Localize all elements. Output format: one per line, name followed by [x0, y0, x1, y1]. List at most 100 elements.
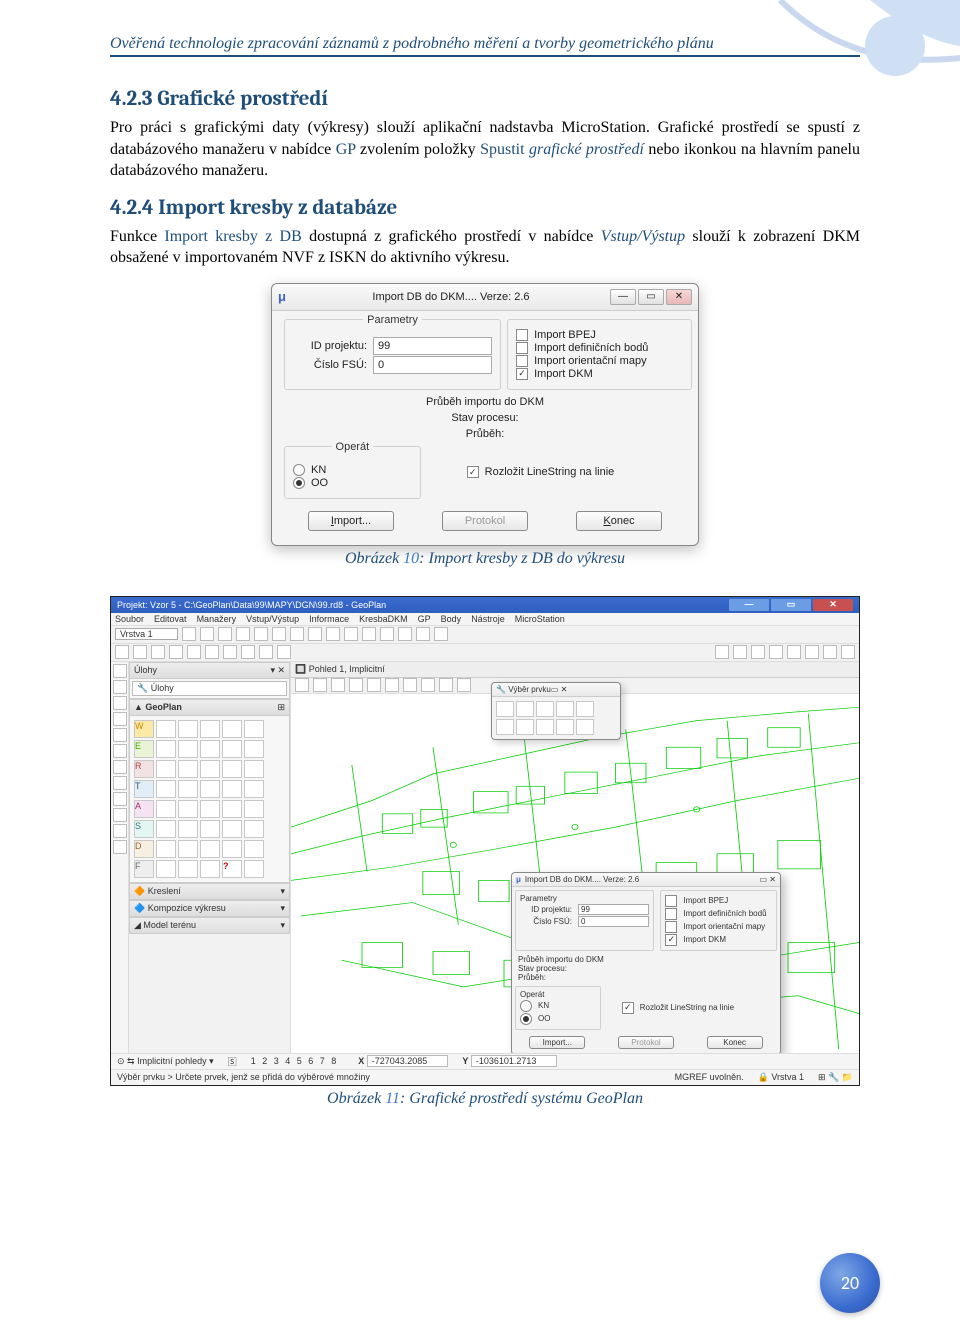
close-button[interactable]: ✕: [813, 599, 853, 611]
toolbar-icon[interactable]: [326, 627, 340, 641]
ms-menubar[interactable]: Soubor Editovat Manažery Vstup/Výstup In…: [111, 613, 859, 626]
view-tool[interactable]: [313, 678, 327, 692]
expand-icon[interactable]: ▾: [280, 920, 285, 931]
select-tool[interactable]: [576, 719, 594, 735]
tool-icon[interactable]: [156, 760, 176, 778]
mini-radio[interactable]: [520, 1013, 532, 1025]
panel-model-head[interactable]: ◢ Model terénu▾: [129, 917, 290, 934]
toolbar-icon[interactable]: [259, 645, 273, 659]
toolbar-icon[interactable]: [236, 627, 250, 641]
toolbar-icon[interactable]: [344, 627, 358, 641]
konec-button[interactable]: Konec: [576, 511, 662, 531]
toolbar-icon[interactable]: [218, 627, 232, 641]
mini-chk[interactable]: ✓: [622, 1002, 634, 1014]
mini-chk[interactable]: [665, 921, 677, 933]
ms-toolbar-2[interactable]: [111, 644, 859, 662]
toolbar-icon[interactable]: [169, 645, 183, 659]
mini-import-btn[interactable]: Import...: [529, 1036, 585, 1049]
tool-icon[interactable]: [222, 720, 242, 738]
view-tool[interactable]: [367, 678, 381, 692]
toolbar-icon[interactable]: [841, 645, 855, 659]
tool-icon[interactable]: [244, 740, 264, 758]
view-tool[interactable]: [331, 678, 345, 692]
select-tool[interactable]: [536, 701, 554, 717]
checkbox-orient[interactable]: [516, 355, 528, 367]
toolbar-icon[interactable]: [277, 645, 291, 659]
toolbar-icon[interactable]: [805, 645, 819, 659]
radio-kn[interactable]: [293, 464, 305, 476]
tool-icon[interactable]: [178, 760, 198, 778]
menu-informace[interactable]: Informace: [309, 614, 349, 624]
expand-icon[interactable]: ▾: [280, 903, 285, 914]
radio-oo[interactable]: [293, 477, 305, 489]
select-tool[interactable]: [556, 701, 574, 717]
toolbar-icon[interactable]: [398, 627, 412, 641]
toolbar-icon[interactable]: [115, 645, 129, 659]
checkbox-bpej[interactable]: [516, 329, 528, 341]
view-tool[interactable]: [403, 678, 417, 692]
tool-icon[interactable]: [113, 776, 127, 790]
input-id-projektu[interactable]: 99: [373, 337, 492, 355]
toolbar-icon[interactable]: [290, 627, 304, 641]
tool-icon[interactable]: [113, 808, 127, 822]
toolbar-icon[interactable]: [200, 627, 214, 641]
toolbar-icon[interactable]: [151, 645, 165, 659]
ms-left-toolbar[interactable]: [111, 662, 129, 1053]
view-tool[interactable]: [349, 678, 363, 692]
menu-body[interactable]: Body: [441, 614, 462, 624]
menu-microstation[interactable]: MicroStation: [515, 614, 565, 624]
tool-icon[interactable]: [113, 664, 127, 678]
toolbar-icon[interactable]: [241, 645, 255, 659]
view-tool[interactable]: [421, 678, 435, 692]
select-tool[interactable]: [556, 719, 574, 735]
ms-titlebar[interactable]: Projekt: Vzor 5 - C:\GeoPlan\Data\99\MAP…: [111, 597, 859, 613]
tool-icon[interactable]: [200, 760, 220, 778]
select-tool[interactable]: [516, 701, 534, 717]
tool-icon[interactable]: [178, 860, 198, 878]
toolbar-icon[interactable]: [823, 645, 837, 659]
toolbar-icon[interactable]: [769, 645, 783, 659]
select-tool[interactable]: [576, 701, 594, 717]
menu-gp[interactable]: GP: [418, 614, 431, 624]
toolbar-icon[interactable]: [254, 627, 268, 641]
close-button[interactable]: ✕: [666, 289, 692, 305]
toolbar-icon[interactable]: [182, 627, 196, 641]
tool-icon[interactable]: [113, 824, 127, 838]
tool-icon[interactable]: [200, 740, 220, 758]
mini-chk[interactable]: [665, 895, 677, 907]
toolbar-icon[interactable]: [416, 627, 430, 641]
menu-manazery[interactable]: Manažery: [197, 614, 237, 624]
tool-icon[interactable]: [113, 712, 127, 726]
view-tabs[interactable]: 1 2 3 4 5 6 7 8: [251, 1056, 339, 1066]
dialog-titlebar[interactable]: μ Import DB do DKM.... Verze: 2.6 — ▭ ✕: [272, 284, 698, 311]
toolbar-icon[interactable]: [133, 645, 147, 659]
collapse-icon[interactable]: ⊞: [277, 702, 285, 713]
tool-icon[interactable]: [178, 720, 198, 738]
tool-icon[interactable]: [200, 840, 220, 858]
maximize-button[interactable]: ▭: [638, 289, 664, 305]
collapse-icon[interactable]: ▾ ✕: [270, 665, 285, 676]
view-tool[interactable]: [295, 678, 309, 692]
tool-icon[interactable]: [178, 740, 198, 758]
toolbar-icon[interactable]: [205, 645, 219, 659]
mini-protokol-btn[interactable]: Protokol: [618, 1036, 674, 1049]
ms-view[interactable]: 🔲 Pohled 1, Implicitní: [291, 662, 859, 1053]
tool-icon[interactable]: [156, 840, 176, 858]
select-tool[interactable]: [536, 719, 554, 735]
input-cislo-fsu[interactable]: 0: [373, 356, 492, 374]
mini-konec-btn[interactable]: Konec: [707, 1036, 763, 1049]
select-tool[interactable]: [516, 719, 534, 735]
menu-soubor[interactable]: Soubor: [115, 614, 144, 624]
tool-icon[interactable]: [113, 840, 127, 854]
panel-ulohy-head[interactable]: Úlohy▾ ✕: [129, 662, 290, 679]
tool-icon[interactable]: [156, 820, 176, 838]
panel-kresleni-head[interactable]: 🔶 Kreslení▾: [129, 883, 290, 900]
ulohy-dropdown[interactable]: 🔧 Úlohy: [132, 681, 287, 696]
view-tool[interactable]: [457, 678, 471, 692]
tool-icon[interactable]: [113, 728, 127, 742]
toolbar-icon[interactable]: [380, 627, 394, 641]
expand-icon[interactable]: ▾: [280, 886, 285, 897]
tool-icon[interactable]: [113, 680, 127, 694]
view-tool[interactable]: [385, 678, 399, 692]
tool-icon[interactable]: [113, 792, 127, 806]
